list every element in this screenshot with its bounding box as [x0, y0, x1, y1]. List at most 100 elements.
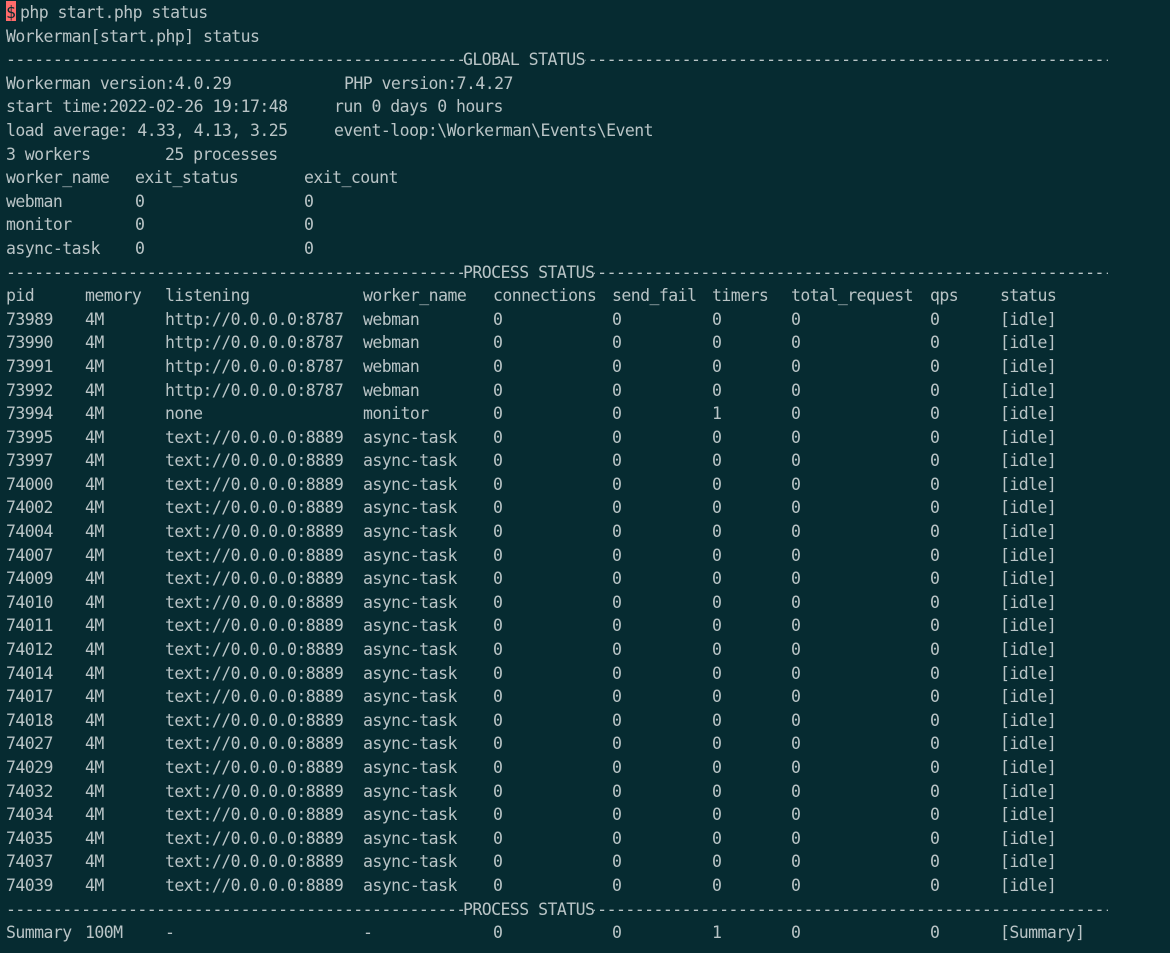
table-cell: [idle]	[1000, 687, 1057, 707]
table-cell: 0	[791, 875, 801, 895]
table-cell: 0	[930, 569, 940, 589]
run-time: run 0 days 0 hours	[334, 97, 503, 117]
status-header-text: Workerman[start.php] status	[6, 26, 260, 46]
table-row: 74017 4M text://0.0.0.0:8889 async-task 0 0 0 0…	[6, 685, 1170, 709]
table-cell: 0	[712, 781, 722, 801]
terminal-window[interactable]: $ php start.php status Workerman[start.ph…	[0, 0, 1170, 953]
table-cell: 0	[493, 710, 503, 730]
table-cell: 4M	[85, 356, 104, 376]
table-row: 73991 4M http://0.0.0.0:8787 webman 0 0 0 0 0 [id…	[6, 355, 1170, 379]
table-cell: async-task	[363, 498, 457, 518]
summary-divider: ----------------------------------------…	[6, 897, 1170, 922]
load-line: load average: 4.33, 4.13, 3.25 event-loo…	[6, 119, 1170, 143]
table-cell: 0	[493, 616, 503, 636]
table-cell: Summary	[6, 923, 72, 943]
table-cell: 0	[493, 333, 503, 353]
table-cell: 0	[791, 640, 801, 660]
worker-count: 3 workers	[6, 144, 91, 164]
table-cell: 0	[791, 805, 801, 825]
table-cell: 0	[612, 710, 622, 730]
table-cell: text://0.0.0.0:8889	[165, 474, 344, 494]
table-cell: async-task	[363, 592, 457, 612]
table-cell: timers	[712, 286, 769, 306]
table-cell: 0	[493, 852, 503, 872]
table-cell: 4M	[85, 522, 104, 542]
table-cell: webman	[363, 309, 420, 329]
table-cell: text://0.0.0.0:8889	[165, 734, 344, 754]
table-cell: 74034	[6, 805, 53, 825]
table-cell: [idle]	[1000, 522, 1057, 542]
table-cell: 0	[712, 852, 722, 872]
table-cell: 0	[791, 828, 801, 848]
table-cell: 74032	[6, 781, 53, 801]
table-cell: 0	[612, 569, 622, 589]
table-row: 74018 4M text://0.0.0.0:8889 async-task 0 0 0 0…	[6, 709, 1170, 733]
event-loop: event-loop:\Workerman\Events\Event	[334, 120, 654, 140]
table-cell: webman	[363, 333, 420, 353]
table-row: 74034 4M text://0.0.0.0:8889 async-task 0 0 0 0…	[6, 803, 1170, 827]
process-status-label: PROCESS STATUS	[463, 260, 595, 285]
table-row: 74012 4M text://0.0.0.0:8889 async-task 0 0 0 0…	[6, 638, 1170, 662]
table-cell: [idle]	[1000, 805, 1057, 825]
table-cell: 74011	[6, 616, 53, 636]
table-cell: 4M	[85, 309, 104, 329]
table-cell: 0	[791, 923, 801, 943]
table-cell: [idle]	[1000, 663, 1057, 683]
table-cell: 0	[493, 758, 503, 777]
table-cell: 0	[712, 522, 722, 542]
table-cell: async-task	[363, 875, 457, 895]
table-cell: 1	[712, 404, 722, 424]
table-cell: 4M	[85, 640, 104, 660]
table-cell: webman	[363, 380, 420, 400]
table-cell: 0	[930, 616, 940, 636]
table-cell: [idle]	[1000, 758, 1057, 777]
time-line: start time:2022-02-26 19:17:48 run 0 day…	[6, 95, 1170, 119]
workerman-version: Workerman version:4.0.29	[6, 73, 232, 93]
table-row: 74035 4M text://0.0.0.0:8889 async-task 0 0 0 0…	[6, 827, 1170, 851]
table-cell: async-task	[363, 663, 457, 683]
table-header-row: worker_name exit_status exit_count	[6, 166, 1170, 190]
table-cell: 74018	[6, 710, 53, 730]
table-row: 74000 4M text://0.0.0.0:8889 async-task 0 0 0 0…	[6, 473, 1170, 497]
table-cell: 74000	[6, 474, 53, 494]
process-table: pid memory listening worker_name connections…	[6, 284, 1170, 897]
table-cell: 0	[712, 828, 722, 848]
table-cell: async-task	[363, 451, 457, 471]
table-cell: 0	[712, 875, 722, 895]
table-cell: 74039	[6, 875, 53, 895]
table-cell: http://0.0.0.0:8787	[165, 309, 344, 329]
table-cell: text://0.0.0.0:8889	[165, 828, 344, 848]
table-cell: 0	[930, 875, 940, 895]
table-cell: [idle]	[1000, 710, 1057, 730]
table-cell: 0	[612, 805, 622, 825]
table-cell: 4M	[85, 616, 104, 636]
table-cell: 0	[135, 215, 145, 235]
table-cell: [idle]	[1000, 404, 1057, 424]
table-row: 74010 4M text://0.0.0.0:8889 async-task 0 0 0 0…	[6, 591, 1170, 615]
table-cell: 0	[791, 852, 801, 872]
table-cell: 4M	[85, 380, 104, 400]
counts-line: 3 workers 25 processes	[6, 143, 1170, 167]
table-cell: 0	[791, 781, 801, 801]
table-cell: 0	[712, 474, 722, 494]
table-row: 74007 4M text://0.0.0.0:8889 async-task 0 0 0 0…	[6, 544, 1170, 568]
table-cell: worker_name	[6, 168, 110, 188]
table-cell: [idle]	[1000, 380, 1057, 400]
table-cell: 0	[612, 380, 622, 400]
table-cell: 0	[612, 852, 622, 872]
load-average: load average: 4.33, 4.13, 3.25	[6, 120, 288, 140]
table-cell: 0	[791, 380, 801, 400]
table-cell: [idle]	[1000, 592, 1057, 612]
table-cell: async-task	[363, 734, 457, 754]
table-cell: async-task	[363, 758, 457, 777]
table-cell: worker_name	[363, 286, 467, 306]
table-cell: 0	[493, 640, 503, 660]
table-cell: 0	[712, 356, 722, 376]
table-cell: [idle]	[1000, 545, 1057, 565]
table-cell: 0	[930, 805, 940, 825]
table-row: 74004 4M text://0.0.0.0:8889 async-task 0 0 0 0…	[6, 520, 1170, 544]
table-cell: 0	[304, 238, 314, 258]
table-cell: 0	[791, 404, 801, 424]
table-cell: 0	[712, 427, 722, 447]
table-cell: async-task	[363, 427, 457, 447]
